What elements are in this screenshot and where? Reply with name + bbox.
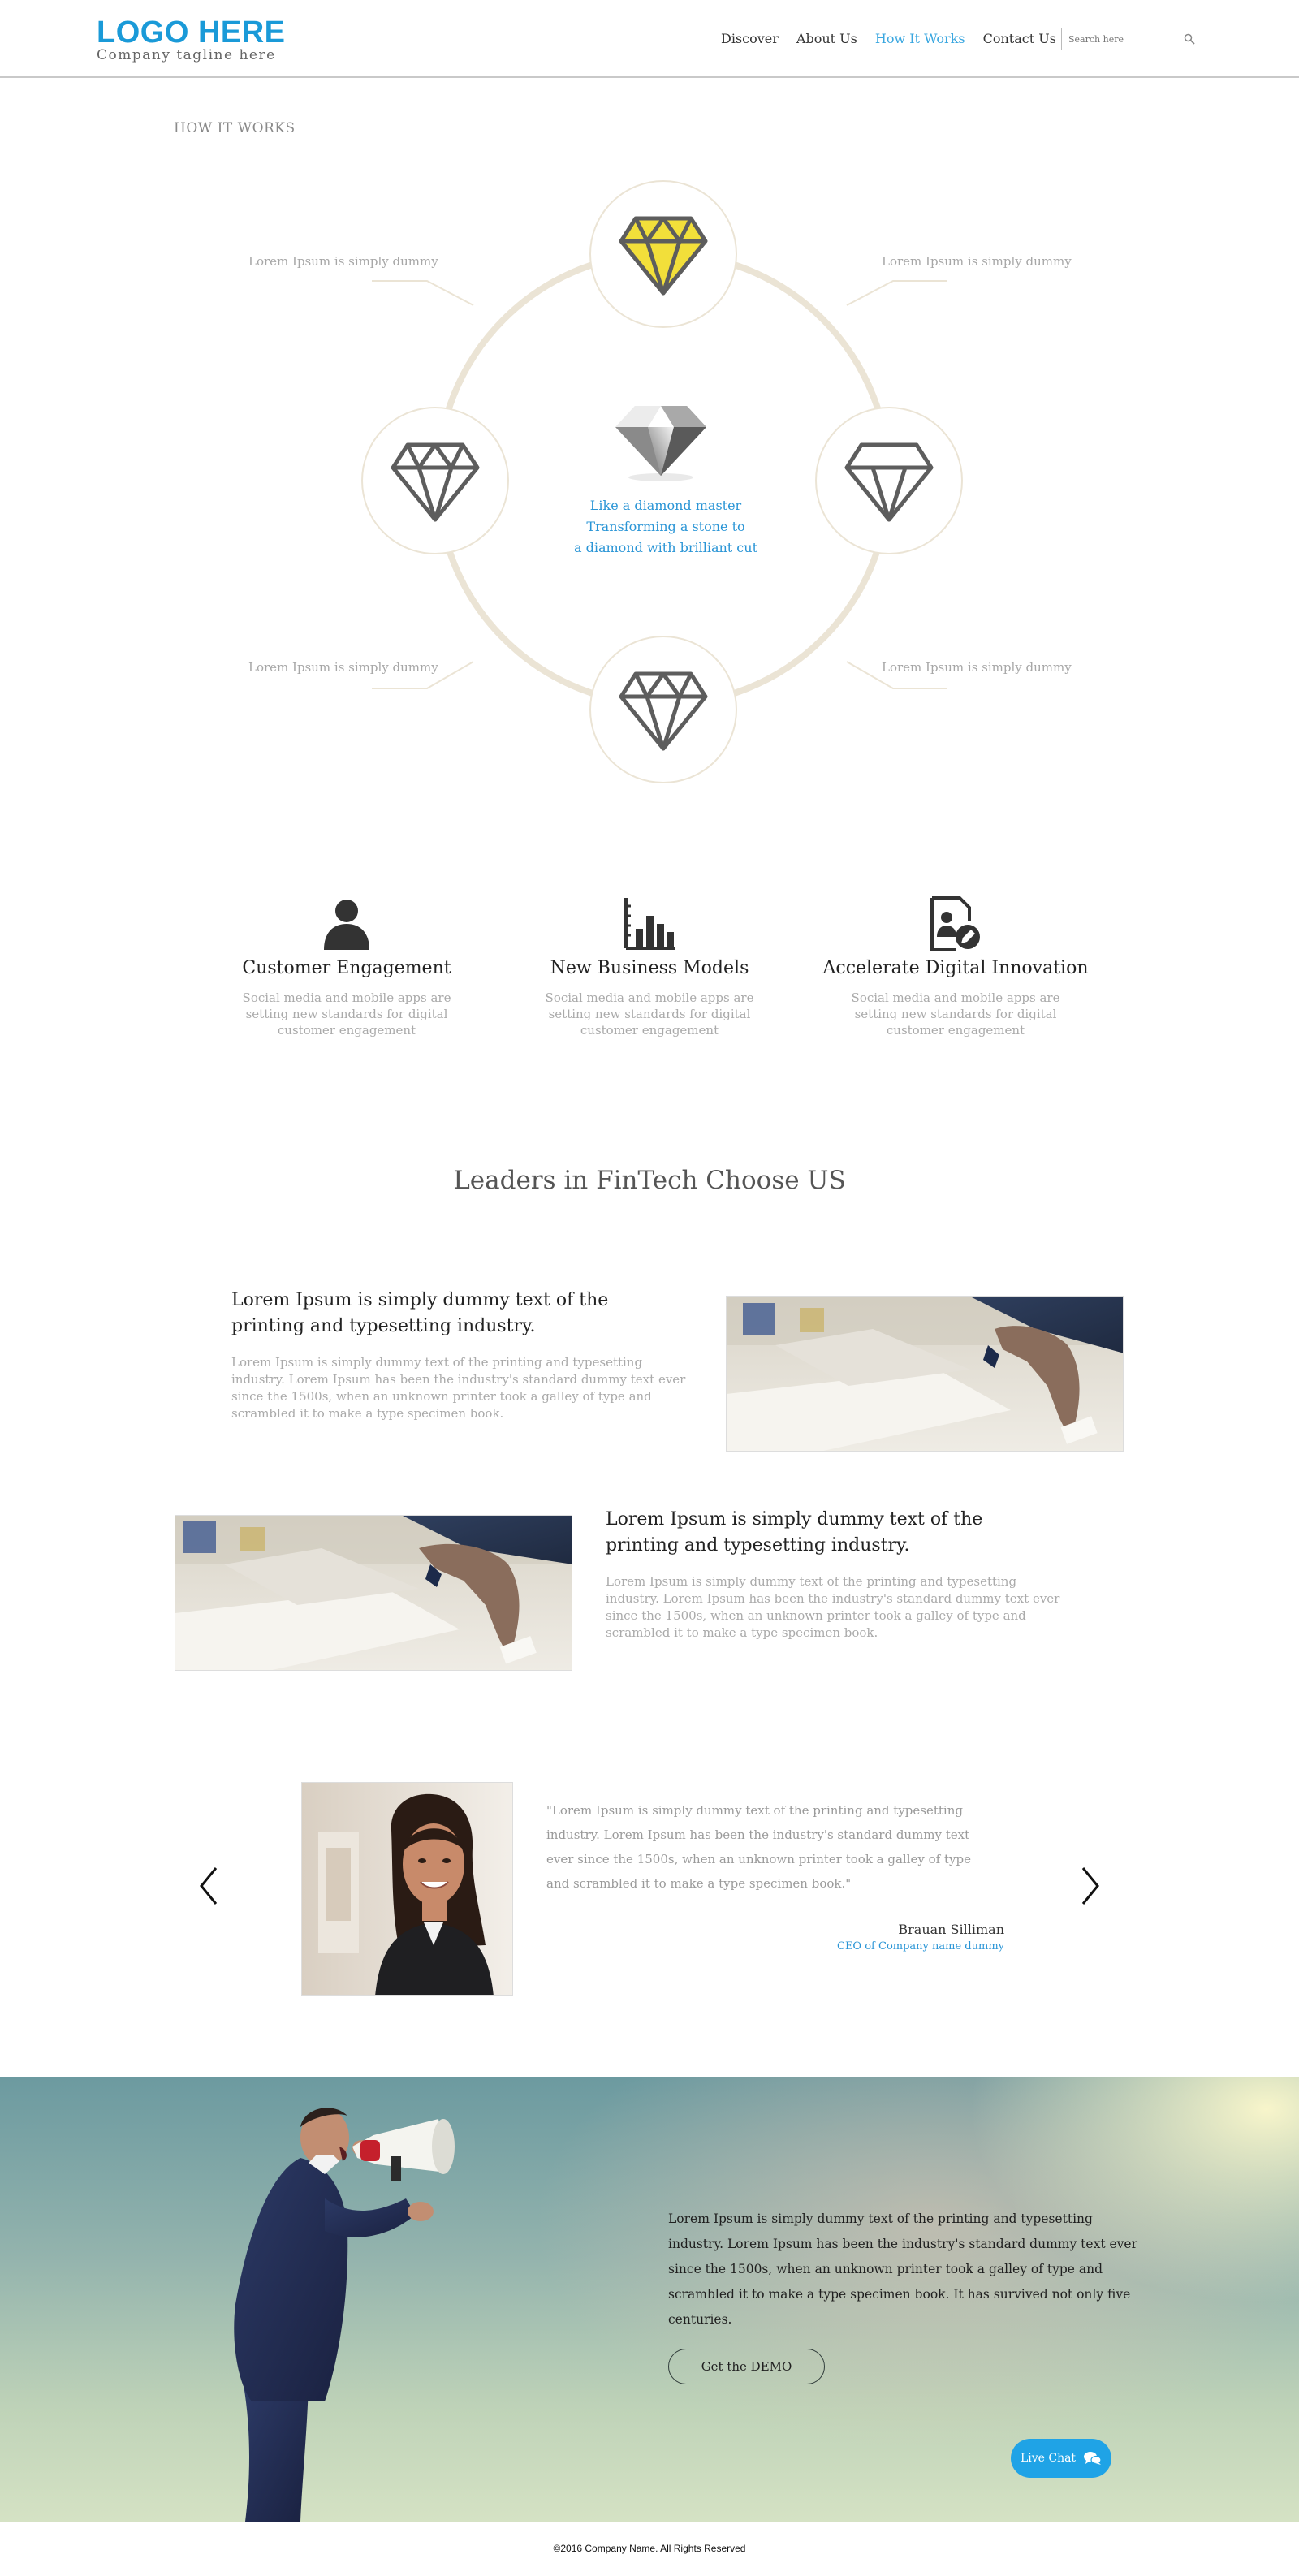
live-chat-label: Live Chat xyxy=(1020,2452,1077,2465)
center-caption-line: Like a diamond master xyxy=(589,498,742,513)
testimonial-portrait xyxy=(301,1782,513,1996)
side-label-top-left: Lorem Ipsum is simply dummy xyxy=(248,254,438,269)
feature-accelerate-innovation: Accelerate Digital Innovation Social med… xyxy=(822,896,1090,1038)
feature-title: Accelerate Digital Innovation xyxy=(822,958,1089,978)
feature-new-business-models: New Business Models Social media and mob… xyxy=(516,896,783,1038)
feature-title: Customer Engagement xyxy=(242,958,451,978)
hand-dropping-paper-photo xyxy=(175,1515,572,1671)
document-edit-icon xyxy=(930,896,980,951)
hero-text: Lorem Ipsum is simply dummy text of the … xyxy=(668,2211,1137,2327)
leaders-title: Leaders in FinTech Choose US xyxy=(453,1166,846,1195)
diamond-node-top xyxy=(589,180,737,328)
get-demo-button[interactable]: Get the DEMO xyxy=(668,2349,825,2384)
crystal-diamond-image xyxy=(615,406,706,481)
testimonial-quote: "Lorem Ipsum is simply dummy text of the… xyxy=(546,1803,971,1891)
person-icon xyxy=(324,900,369,950)
side-label-top-right: Lorem Ipsum is simply dummy xyxy=(882,254,1072,269)
block-title: Lorem Ipsum is simply dummy text of the … xyxy=(606,1509,983,1556)
chat-bubbles-icon xyxy=(1084,2452,1102,2465)
testimonial-name: Brauan Silliman xyxy=(898,1922,1004,1937)
diamond-outline-icon xyxy=(391,442,480,522)
diamond-node-left xyxy=(361,407,509,554)
feature-desc: Social media and mobile apps are setting… xyxy=(545,990,754,1038)
hand-dropping-paper-photo xyxy=(726,1296,1124,1452)
block-title: Lorem Ipsum is simply dummy text of the … xyxy=(231,1290,609,1336)
side-label-bottom-left: Lorem Ipsum is simply dummy xyxy=(248,660,438,675)
diamond-node-bottom xyxy=(589,636,737,783)
center-caption-line: Transforming a stone to xyxy=(586,519,745,534)
footer-copyright: ©2016 Company Name. All Rights Reserved xyxy=(0,2522,1299,2576)
next-arrow-icon[interactable] xyxy=(1073,1862,1106,1910)
block-body: Lorem Ipsum is simply dummy text of the … xyxy=(231,1355,686,1421)
prev-arrow-icon[interactable] xyxy=(193,1862,226,1910)
diamond-node-right xyxy=(815,407,963,554)
feature-title: New Business Models xyxy=(550,958,749,978)
diamond-simple-icon xyxy=(844,442,934,522)
feature-desc: Social media and mobile apps are setting… xyxy=(851,990,1060,1038)
feature-desc: Social media and mobile apps are setting… xyxy=(242,990,451,1038)
megaphone-man-image xyxy=(234,2108,455,2522)
feature-customer-engagement: Customer Engagement Social media and mob… xyxy=(213,896,481,1038)
block-body: Lorem Ipsum is simply dummy text of the … xyxy=(606,1574,1060,1640)
testimonial-role: CEO of Company name dummy xyxy=(837,1940,1004,1952)
center-caption: Like a diamond master Transforming a sto… xyxy=(503,495,828,559)
yellow-diamond-icon xyxy=(619,216,708,296)
live-chat-button[interactable]: Live Chat xyxy=(1011,2439,1111,2478)
diamond-outline-icon xyxy=(619,671,708,751)
bar-chart-icon xyxy=(624,898,675,950)
side-label-bottom-right: Lorem Ipsum is simply dummy xyxy=(882,660,1072,675)
center-caption-line: a diamond with brilliant cut xyxy=(573,540,757,555)
